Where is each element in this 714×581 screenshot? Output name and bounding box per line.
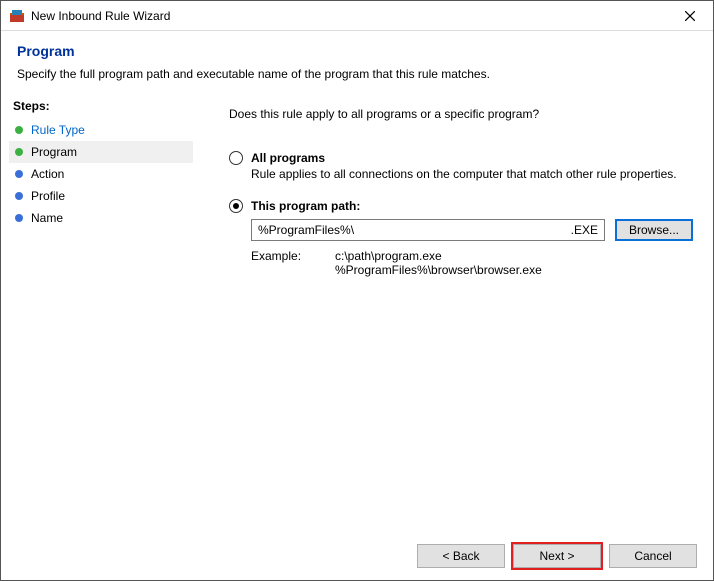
step-rule-type[interactable]: Rule Type [9, 119, 193, 141]
step-program[interactable]: Program [9, 141, 193, 163]
browse-button[interactable]: Browse... [615, 219, 693, 241]
radio-description: Rule applies to all connections on the c… [251, 167, 693, 181]
cancel-button[interactable]: Cancel [609, 544, 697, 568]
example-path-2: %ProgramFiles%\browser\browser.exe [335, 263, 542, 277]
radio-icon [229, 199, 243, 213]
step-label: Rule Type [31, 123, 85, 137]
step-label: Name [31, 211, 63, 225]
window-title: New Inbound Rule Wizard [31, 9, 170, 23]
page-title: Program [17, 43, 697, 59]
step-bullet-icon [15, 148, 23, 156]
back-label: < Back [442, 549, 479, 563]
step-label: Action [31, 167, 64, 181]
example-block: Example: c:\path\program.exe %ProgramFil… [251, 249, 693, 277]
back-button[interactable]: < Back [417, 544, 505, 568]
titlebar: New Inbound Rule Wizard [1, 1, 713, 31]
step-bullet-icon [15, 170, 23, 178]
example-label: Example: [251, 249, 335, 277]
close-icon [685, 11, 695, 21]
steps-sidebar: Steps: Rule Type Program Action Profile … [1, 91, 193, 574]
firewall-icon [9, 8, 25, 24]
step-profile[interactable]: Profile [9, 185, 193, 207]
wizard-footer: < Back Next > Cancel [417, 544, 697, 568]
radio-icon [229, 151, 243, 165]
option-this-program-path[interactable]: This program path: %ProgramFiles%\ .EXE … [229, 199, 693, 277]
radio-label: All programs [251, 151, 325, 165]
path-extension: .EXE [563, 223, 598, 237]
cancel-label: Cancel [634, 549, 671, 563]
path-value: %ProgramFiles%\ [258, 223, 563, 237]
option-all-programs[interactable]: All programs Rule applies to all connect… [229, 151, 693, 181]
step-label: Program [31, 145, 77, 159]
main-panel: Does this rule apply to all programs or … [193, 91, 713, 574]
close-button[interactable] [667, 1, 713, 31]
program-path-input[interactable]: %ProgramFiles%\ .EXE [251, 219, 605, 241]
step-label: Profile [31, 189, 65, 203]
step-action[interactable]: Action [9, 163, 193, 185]
step-bullet-icon [15, 126, 23, 134]
step-bullet-icon [15, 192, 23, 200]
step-name[interactable]: Name [9, 207, 193, 229]
wizard-header: Program Specify the full program path an… [1, 31, 713, 91]
radio-label: This program path: [251, 199, 360, 213]
browse-label: Browse... [629, 223, 679, 237]
next-label: Next > [539, 549, 574, 563]
step-bullet-icon [15, 214, 23, 222]
example-path-1: c:\path\program.exe [335, 249, 542, 263]
steps-heading: Steps: [9, 99, 193, 113]
page-description: Specify the full program path and execut… [17, 67, 697, 81]
question-text: Does this rule apply to all programs or … [229, 107, 693, 121]
next-button[interactable]: Next > [513, 544, 601, 568]
